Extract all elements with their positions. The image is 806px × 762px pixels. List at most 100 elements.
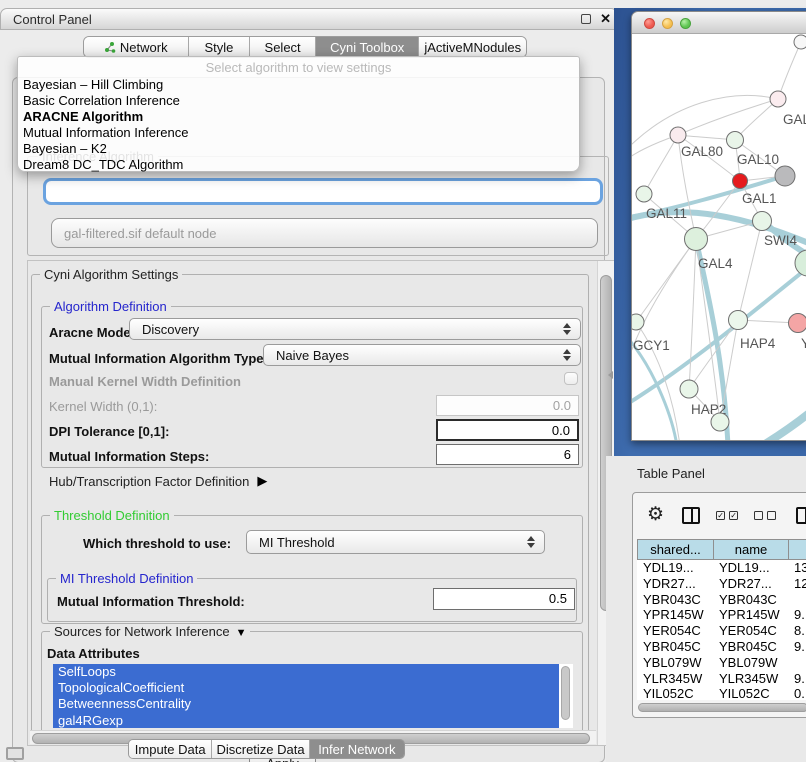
mi-type-label: Mutual Information Algorithm Type: xyxy=(49,351,268,366)
table-row[interactable]: YBL079WYBL079W xyxy=(637,655,806,671)
network-view-window[interactable]: GALGAL80GAL10GAL1GAL11SWI4GAL4HAP4YGCY1H… xyxy=(631,11,806,441)
algorithm-option[interactable]: Basic Correlation Inference xyxy=(18,93,579,109)
network-node-HAP4[interactable] xyxy=(729,311,748,330)
table-row[interactable]: YDL19...YDL19...13 xyxy=(637,560,806,576)
table-cell: YBR043C xyxy=(713,592,788,608)
data-attribute-item[interactable]: gal4RGexp xyxy=(53,713,559,728)
close-traffic-light-icon[interactable] xyxy=(644,18,655,29)
network-node-node-big-right[interactable] xyxy=(795,250,806,276)
table-cell: YDR27... xyxy=(713,576,788,592)
zoom-traffic-light-icon[interactable] xyxy=(680,18,691,29)
table-row[interactable]: YDR27...YDR27...12 xyxy=(637,576,806,592)
data-attribute-item[interactable]: TopologicalCoefficient xyxy=(53,680,559,696)
tab-jactivemnodules[interactable]: jActiveMNodules xyxy=(419,37,526,57)
kernel-width-input[interactable]: 0.0 xyxy=(436,395,579,416)
network-edge[interactable] xyxy=(644,135,678,194)
close-icon[interactable]: ✕ xyxy=(600,14,611,24)
mi-steps-input[interactable]: 6 xyxy=(436,444,579,465)
unchecked-box-icon xyxy=(767,511,776,520)
tab-impute-data[interactable]: Impute Data xyxy=(129,740,212,758)
network-node-node-salmon[interactable] xyxy=(789,314,806,333)
dpi-tolerance-input[interactable]: 0.0 xyxy=(436,419,579,441)
network-window-titlebar[interactable] xyxy=(632,12,806,34)
node-label: HAP4 xyxy=(740,336,776,351)
network-node-GAL1[interactable] xyxy=(733,174,748,189)
node-label: GCY1 xyxy=(633,338,670,353)
network-node-HAP2[interactable] xyxy=(680,380,698,398)
network-canvas[interactable]: GALGAL80GAL10GAL1GAL11SWI4GAL4HAP4YGCY1H… xyxy=(632,34,806,441)
network-node-GCY1[interactable] xyxy=(632,314,644,330)
network-node-node-pink-top[interactable] xyxy=(770,91,786,107)
algorithm-option[interactable]: Bayesian – K2 xyxy=(18,141,579,157)
select-all-icon[interactable]: ✓ ✓ xyxy=(716,511,738,520)
column-layout-icon[interactable] xyxy=(682,507,700,524)
unchecked-box-icon xyxy=(754,511,763,520)
algorithm-option[interactable]: ARACNE Algorithm xyxy=(18,109,579,125)
table-source-select[interactable]: gal-filtered.sif default node xyxy=(51,218,598,248)
node-label: GAL4 xyxy=(698,256,733,271)
minimized-panel-icon[interactable] xyxy=(6,747,24,760)
aracne-mode-label: Aracne Mode: xyxy=(49,325,135,340)
gear-icon[interactable]: ⚙ xyxy=(647,505,664,525)
network-node-GAL4[interactable] xyxy=(685,228,708,251)
table-row[interactable]: YIL052CYIL052C0. xyxy=(637,686,806,700)
tab-select[interactable]: Select xyxy=(250,37,316,57)
tab-cyni-toolbox[interactable]: Cyni Toolbox xyxy=(316,37,420,57)
table-cell: 0. xyxy=(788,686,806,700)
mi-type-select[interactable]: Naive Bayes xyxy=(263,344,581,366)
tab-network[interactable]: Network xyxy=(84,37,189,57)
minimize-traffic-light-icon[interactable] xyxy=(662,18,673,29)
collapse-down-icon[interactable]: ▼ xyxy=(236,627,247,639)
table-column-header[interactable]: name xyxy=(713,539,788,560)
kernel-width-label: Kernel Width (0,1): xyxy=(49,399,157,414)
mi-threshold-input[interactable]: 0.5 xyxy=(433,588,575,610)
node-table-box: ⚙ ✓ ✓ shared...nameA YDL19...YDL19...13Y… xyxy=(632,492,806,718)
tab-infer-network[interactable]: Infer Network xyxy=(310,740,404,758)
column-icon-partial[interactable] xyxy=(796,507,806,524)
network-edge[interactable] xyxy=(632,239,696,374)
network-node-SWI4[interactable] xyxy=(753,212,772,231)
tab-style[interactable]: Style xyxy=(189,37,251,57)
network-edge[interactable] xyxy=(689,239,696,389)
algorithm-option[interactable]: Mutual Information Inference xyxy=(18,125,579,141)
table-horizontal-scrollbar[interactable] xyxy=(638,703,806,712)
network-node-GAL80[interactable] xyxy=(670,127,686,143)
algorithm-option[interactable]: Bayesian – Hill Climbing xyxy=(18,77,579,93)
table-row[interactable]: YBR045CYBR045C9. xyxy=(637,639,806,655)
data-attribute-item[interactable]: SelfLoops xyxy=(53,664,559,680)
network-node-GAL11[interactable] xyxy=(636,186,652,202)
table-column-header[interactable]: shared... xyxy=(637,539,713,560)
table-row[interactable]: YLR345WYLR345W9. xyxy=(637,671,806,687)
network-desktop: GALGAL80GAL10GAL1GAL11SWI4GAL4HAP4YGCY1H… xyxy=(614,8,806,456)
which-threshold-value: MI Threshold xyxy=(259,535,335,550)
network-node-node-topright[interactable] xyxy=(794,35,806,49)
table-cell: 8. xyxy=(788,623,806,639)
algorithm-select-focused[interactable] xyxy=(43,178,603,205)
mi-steps-label: Mutual Information Steps: xyxy=(49,449,209,464)
data-attributes-list[interactable]: SelfLoopsTopologicalCoefficientBetweenne… xyxy=(53,664,573,728)
algorithm-option[interactable]: Dream8 DC_TDC Algorithm xyxy=(18,157,579,173)
table-row[interactable]: YER054CYER054C8. xyxy=(637,623,806,639)
hub-definition-expander[interactable]: Hub/Transcription Factor Definition ▶ xyxy=(49,473,267,489)
data-attribute-item[interactable]: BetweennessCentrality xyxy=(53,696,559,712)
table-row[interactable]: YBR043CYBR043C xyxy=(637,592,806,608)
network-edge[interactable] xyxy=(778,42,801,99)
network-node-node-bottom[interactable] xyxy=(711,413,729,431)
network-node-node-gray[interactable] xyxy=(775,166,795,186)
tab-label: Impute Data xyxy=(135,742,206,757)
tab-discretize-data[interactable]: Discretize Data xyxy=(212,740,309,758)
table-column-header[interactable]: A xyxy=(788,539,806,560)
which-threshold-select[interactable]: MI Threshold xyxy=(246,530,545,554)
network-edge[interactable] xyxy=(678,99,778,135)
attributes-scrollbar[interactable] xyxy=(561,666,570,720)
network-edge[interactable] xyxy=(752,404,806,441)
control-panel-titlebar[interactable]: Control Panel ✕ xyxy=(0,8,618,30)
aracne-mode-select[interactable]: Discovery xyxy=(129,318,581,340)
table-row[interactable]: YPR145WYPR145W9. xyxy=(637,607,806,623)
deselect-all-icon[interactable] xyxy=(754,511,776,520)
splitpane-arrow-icon[interactable] xyxy=(608,371,613,379)
manual-kernel-checkbox[interactable] xyxy=(564,372,578,385)
float-window-icon[interactable] xyxy=(581,14,591,24)
network-node-GAL10[interactable] xyxy=(727,132,744,149)
expand-right-icon[interactable]: ▶ xyxy=(257,473,267,489)
